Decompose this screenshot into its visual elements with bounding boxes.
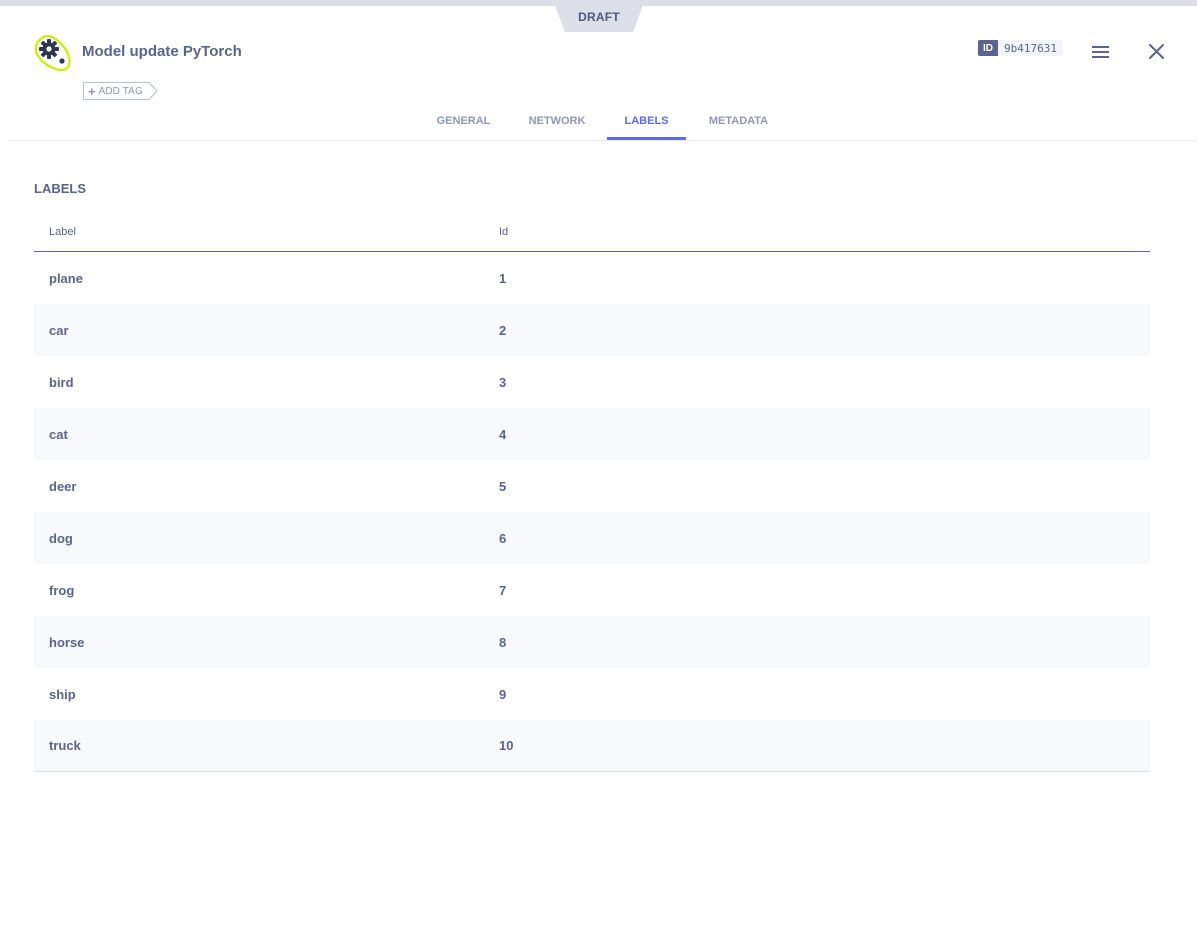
column-header-id[interactable]: Id	[499, 226, 1150, 238]
table-row: cat 4	[34, 408, 1150, 460]
model-id[interactable]: ID 9b417631	[978, 40, 1063, 56]
table-row: frog 7	[34, 564, 1150, 616]
tab-general[interactable]: GENERAL	[420, 102, 507, 140]
add-tag-label: ADD TAG	[98, 85, 143, 97]
table-row: car 2	[34, 304, 1150, 356]
table-row: horse 8	[34, 616, 1150, 668]
tab-labels[interactable]: LABELS	[607, 102, 686, 140]
id-cell: 8	[499, 634, 507, 650]
label-cell: bird	[49, 374, 74, 390]
id-cell: 7	[499, 582, 507, 598]
label-cell: ship	[49, 686, 76, 702]
tab-network[interactable]: NETWORK	[507, 102, 607, 140]
table-row: ship 9	[34, 668, 1150, 720]
label-cell: cat	[49, 426, 68, 442]
id-cell: 4	[499, 426, 507, 442]
label-cell: frog	[49, 582, 75, 598]
label-cell: deer	[49, 478, 77, 494]
id-cell: 2	[499, 322, 507, 338]
model-gear-icon	[34, 34, 72, 72]
id-cell: 9	[499, 686, 507, 702]
section-title: LABELS	[34, 181, 86, 196]
id-cell: 6	[499, 530, 507, 546]
id-value[interactable]: 9b417631	[998, 40, 1063, 56]
table-row: bird 3	[34, 356, 1150, 408]
table-body: plane 1 car 2 bird 3 cat 4 deer 5 dog 6 …	[34, 252, 1150, 772]
id-cell: 5	[499, 478, 507, 494]
tab-bar: GENERAL NETWORK LABELS METADATA	[420, 102, 791, 140]
id-cell: 3	[499, 374, 507, 390]
label-cell: car	[49, 322, 69, 338]
label-cell: dog	[49, 530, 73, 546]
tab-metadata[interactable]: METADATA	[686, 102, 791, 140]
hamburger-menu-icon[interactable]	[1090, 42, 1112, 62]
table-row: dog 6	[34, 512, 1150, 564]
table-row: truck 10	[34, 720, 1150, 772]
add-tag-button[interactable]: + ADD TAG	[83, 82, 158, 100]
status-badge: DRAFT	[553, 0, 645, 32]
model-title: Model update PyTorch	[82, 43, 242, 60]
label-cell: truck	[49, 738, 81, 753]
table-row: plane 1	[34, 252, 1150, 304]
label-cell: plane	[49, 270, 83, 286]
id-badge: ID	[978, 40, 998, 56]
close-icon[interactable]	[1146, 42, 1166, 62]
id-cell: 1	[499, 270, 507, 286]
table-header: Label Id	[34, 212, 1150, 252]
label-cell: horse	[49, 634, 85, 650]
labels-table: Label Id plane 1 car 2 bird 3 cat 4 deer…	[34, 212, 1150, 772]
table-row: deer 5	[34, 460, 1150, 512]
column-header-label[interactable]: Label	[34, 226, 499, 238]
id-cell: 10	[499, 738, 514, 753]
tabs-divider	[8, 140, 1197, 141]
plus-icon: +	[88, 83, 96, 99]
